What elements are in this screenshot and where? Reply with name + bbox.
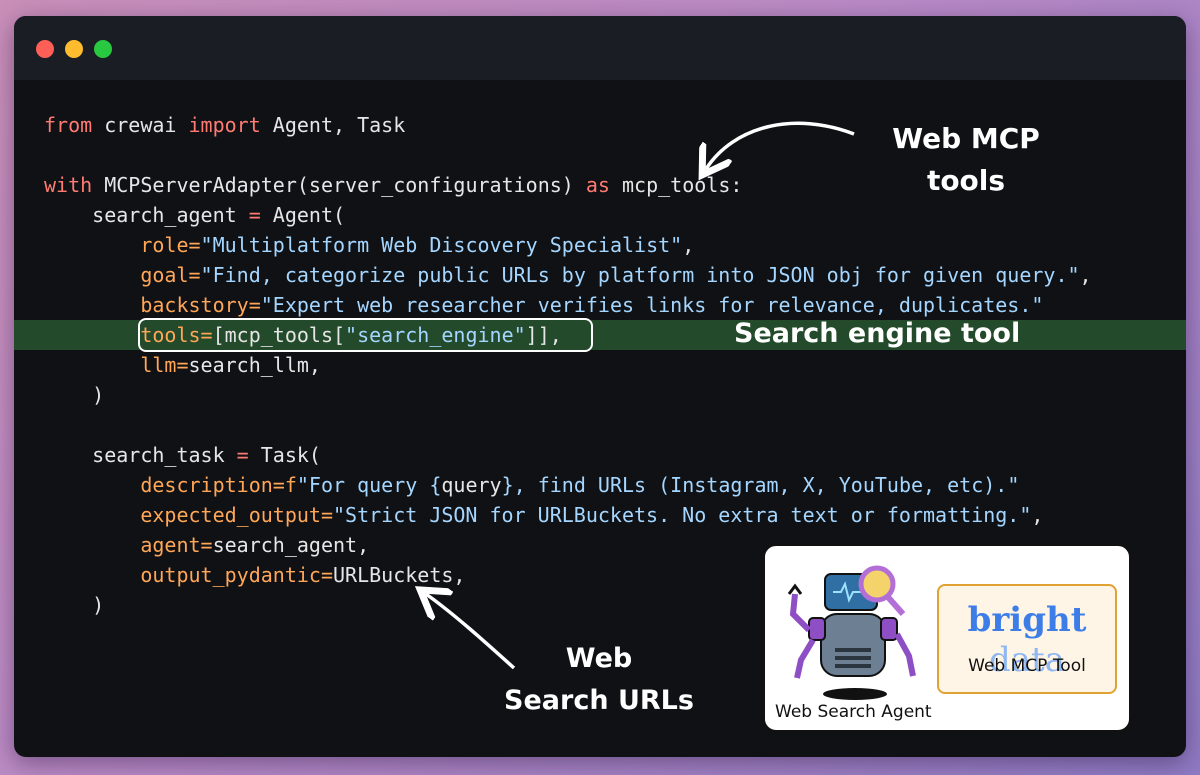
code-token: description=f <box>140 473 297 497</box>
code-line: goal="Find, categorize public URLs by pl… <box>14 260 1186 290</box>
code-line: search_agent = Agent( <box>14 200 1186 230</box>
code-line: backstory="Expert web researcher verifie… <box>14 290 1186 320</box>
code-token: URLBuckets, <box>332 563 466 587</box>
code-line: search_task = Task( <box>14 440 1186 470</box>
code-token: backstory= <box>140 293 261 317</box>
code-token: "For query { <box>296 473 442 497</box>
search-engine-tool-annotation: Search engine tool <box>734 318 1021 349</box>
code-line: ) <box>14 380 1186 410</box>
code-token: }, find URLs (Instagram, X, YouTube, etc… <box>501 473 1020 497</box>
minimize-window-button[interactable] <box>65 40 83 58</box>
code-token: search_task <box>44 443 237 467</box>
code-token: "Strict JSON for URLBuckets. No extra te… <box>332 503 1032 527</box>
logo-text: bright <box>967 600 1087 640</box>
robot-agent-icon <box>787 565 916 700</box>
code-token: query <box>441 473 502 497</box>
code-token: goal= <box>140 263 201 287</box>
code-token: as <box>585 173 610 197</box>
annotation-text: Web <box>565 643 633 674</box>
code-token: ) <box>44 383 105 407</box>
code-token: "Multiplatform Web Discovery Specialist" <box>200 233 683 257</box>
code-token: search_agent <box>44 203 249 227</box>
code-token: ) <box>44 593 105 617</box>
code-token: Agent, Task <box>260 113 406 137</box>
annotation-text: tools <box>926 164 1006 197</box>
web-search-urls-annotation: Web Search URLs <box>484 638 714 722</box>
code-token: , <box>682 233 695 257</box>
code-line: expected_output="Strict JSON for URLBuck… <box>14 500 1186 530</box>
code-token: search_agent, <box>212 533 370 557</box>
code-token: agent= <box>140 533 213 557</box>
code-token: output_pydantic= <box>140 563 333 587</box>
code-token: = <box>236 443 249 467</box>
code-token: = <box>248 203 261 227</box>
code-token: import <box>188 113 261 137</box>
close-window-button[interactable] <box>36 40 54 58</box>
annotation-text: Web MCP <box>892 122 1040 155</box>
code-window: from crewai import Agent, Task with MCPS… <box>14 16 1186 757</box>
agent-tool-card: Web Search Agent bright data Web MCP Too… <box>762 543 1132 733</box>
tools-highlight-box <box>138 318 593 352</box>
web-search-agent-label: Web Search Agent <box>775 702 932 722</box>
annotation-text: Search URLs <box>504 685 694 716</box>
code-token: crewai <box>92 113 189 137</box>
code-token: role= <box>140 233 201 257</box>
code-token: from <box>44 113 93 137</box>
code-line: role="Multiplatform Web Discovery Specia… <box>14 230 1186 260</box>
code-token: expected_output= <box>140 503 333 527</box>
code-token: , <box>1079 263 1092 287</box>
title-bar <box>14 16 1186 80</box>
maximize-window-button[interactable] <box>94 40 112 58</box>
web-mcp-tools-annotation: Web MCP tools <box>866 118 1066 202</box>
code-token: Task( <box>248 443 321 467</box>
code-token: with <box>44 173 93 197</box>
code-token: , <box>1031 503 1044 527</box>
web-mcp-tool-label: Web MCP Tool <box>968 656 1086 676</box>
code-token: llm= <box>140 353 189 377</box>
code-token: "Find, categorize public URLs by platfor… <box>200 263 1080 287</box>
code-token: MCPServerAdapter(server_configurations) <box>92 173 586 197</box>
code-token: search_llm, <box>188 353 321 377</box>
code-token: Agent( <box>260 203 346 227</box>
code-line: description=f"For query {query}, find UR… <box>14 470 1186 500</box>
bright-data-logo-box: bright data Web MCP Tool <box>937 584 1117 694</box>
code-token: "Expert web researcher verifies links fo… <box>260 293 1044 317</box>
code-line: llm=search_llm, <box>14 350 1186 380</box>
code-token: mcp_tools: <box>609 173 743 197</box>
